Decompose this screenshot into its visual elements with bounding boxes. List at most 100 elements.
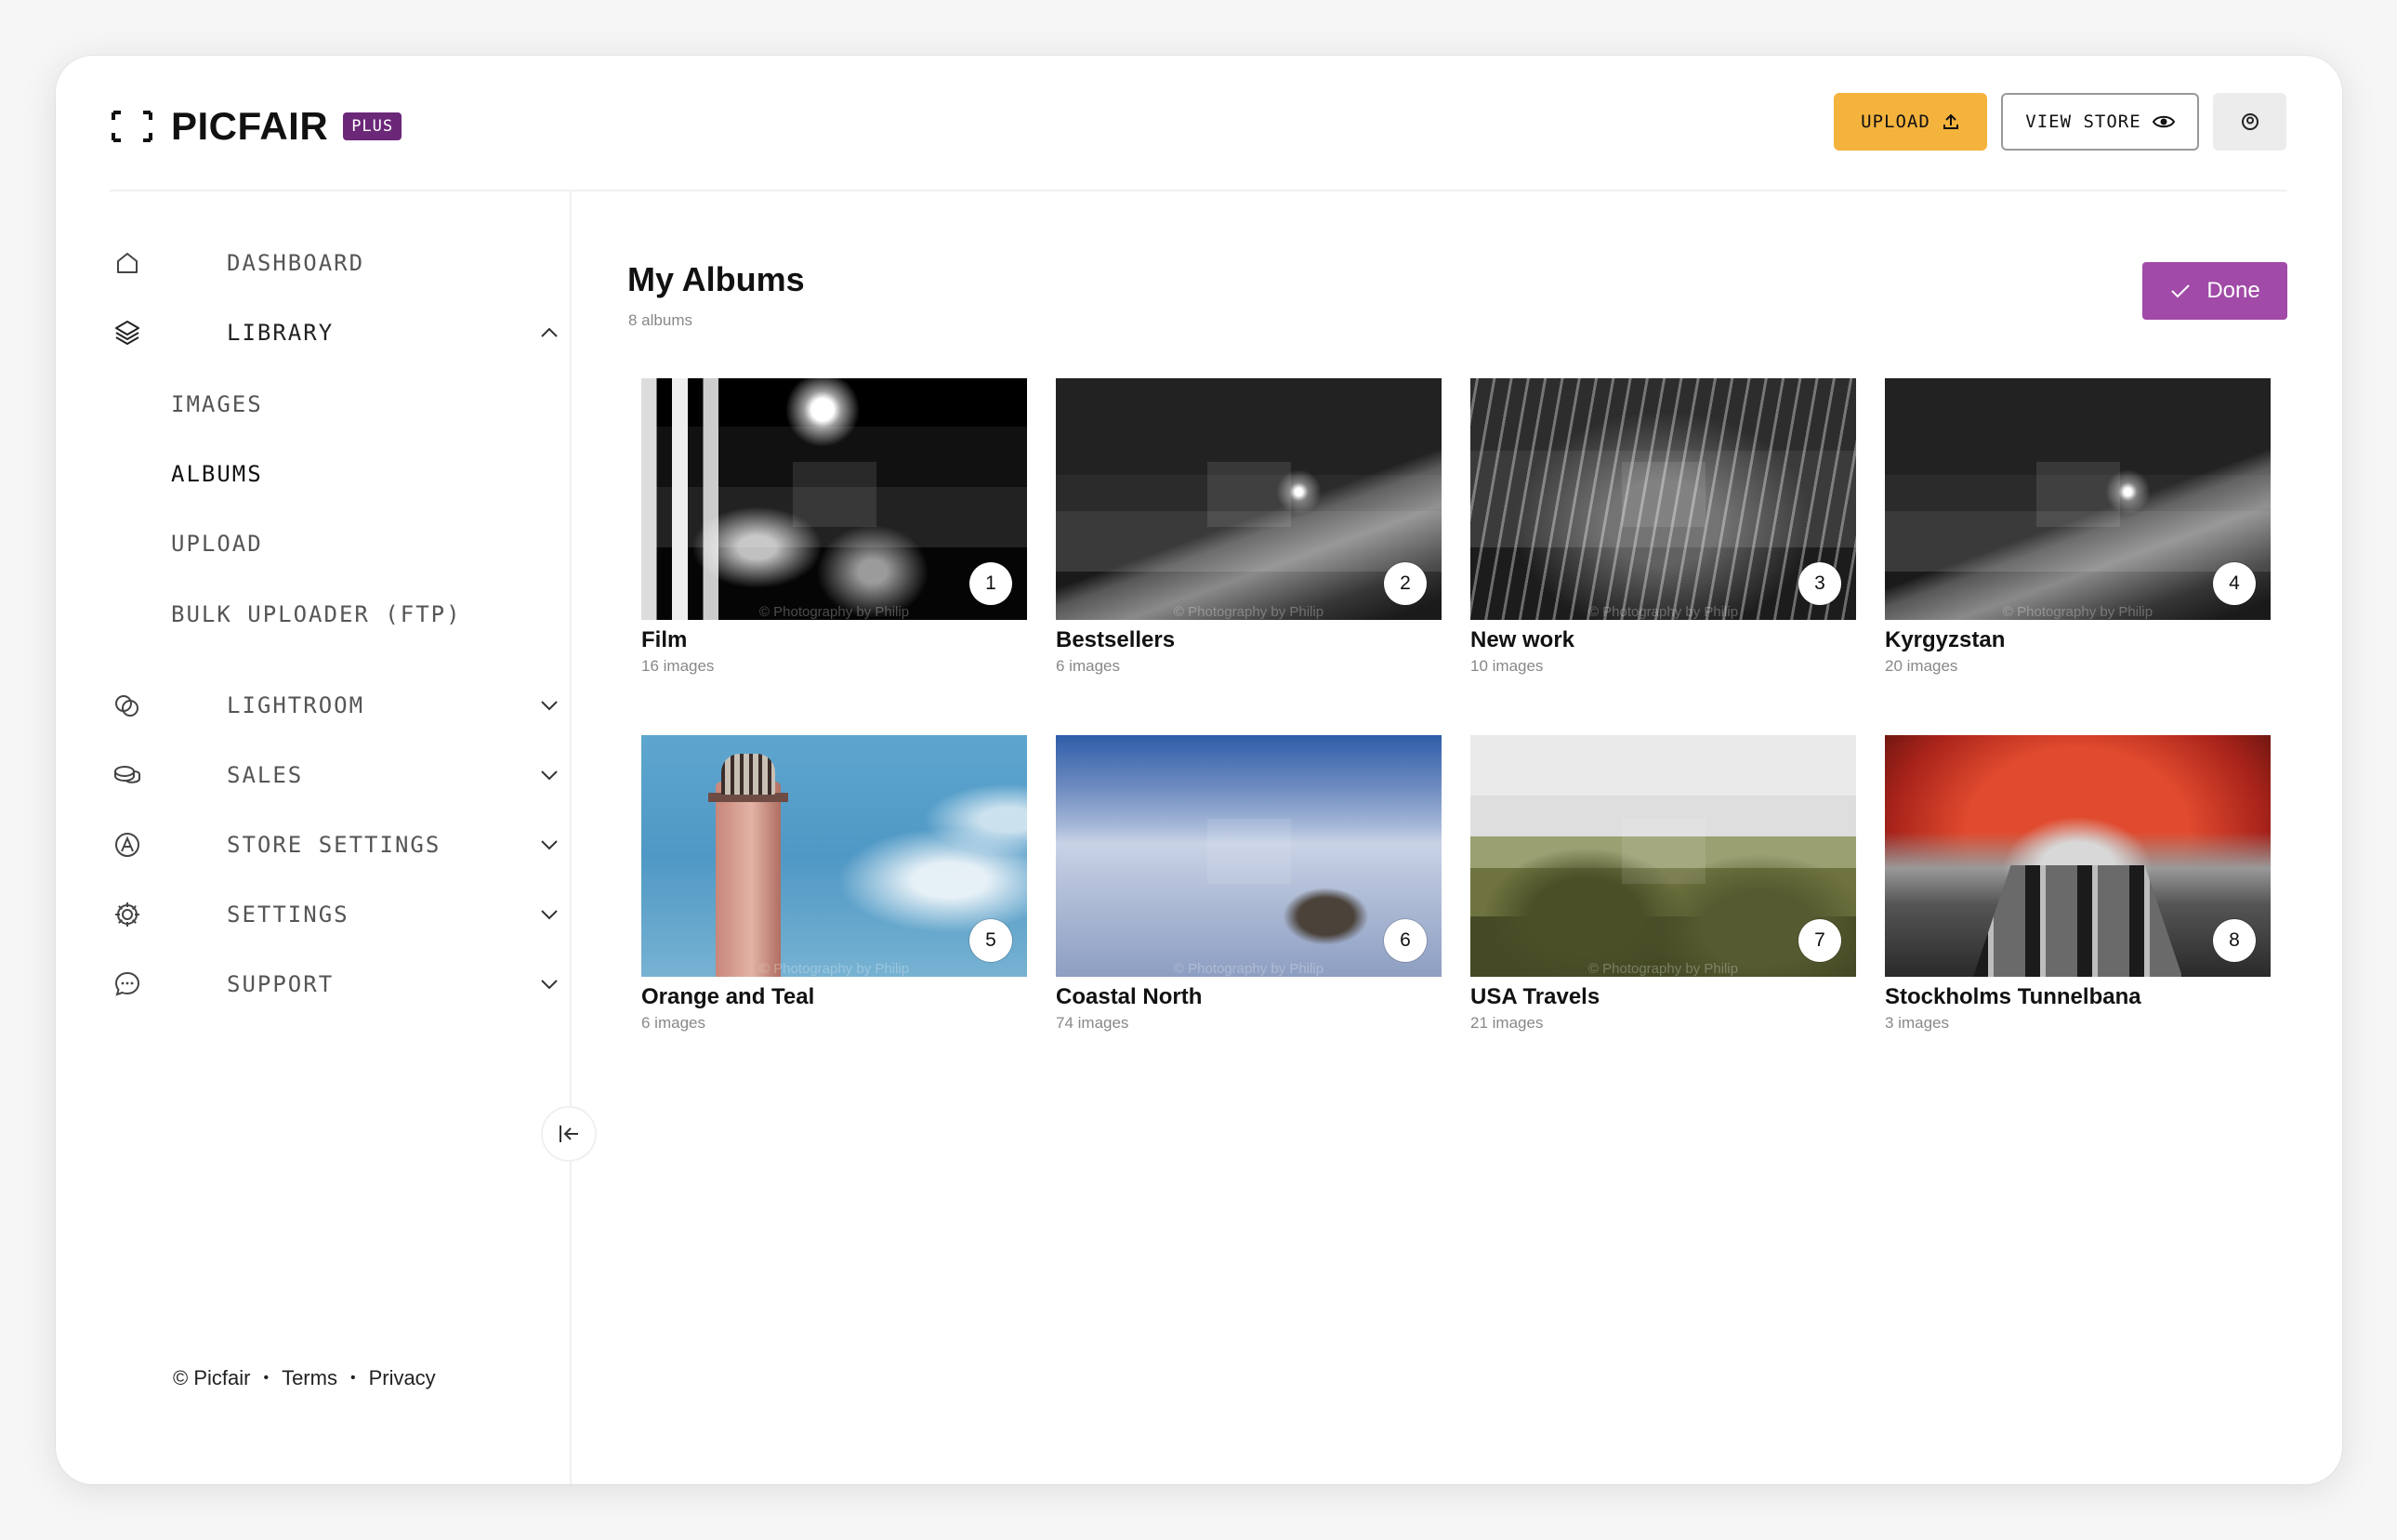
brand-name: PICFAIR <box>171 104 329 148</box>
album-card-bestsellers[interactable]: © Photography by Philip 2 Bestsellers 6 … <box>1056 378 1442 676</box>
chevron-down-icon[interactable] <box>537 763 561 787</box>
album-order-badge: 4 <box>2213 562 2256 605</box>
sidebar-item-support[interactable]: SUPPORT <box>112 958 558 1010</box>
album-order-badge: 8 <box>2213 919 2256 962</box>
watermark-text: © Photography by Philip <box>758 961 910 977</box>
sidebar-item-settings[interactable]: SETTINGS <box>112 888 558 941</box>
sidebar-divider <box>570 191 572 1484</box>
album-image-count: 20 images <box>1885 657 1958 675</box>
album-name: USA Travels <box>1470 984 1600 1009</box>
sidebar-subitem-images[interactable]: IMAGES <box>171 381 263 428</box>
album-card-coastal-north[interactable]: © Photography by Philip 6 Coastal North … <box>1056 735 1442 1033</box>
chevron-down-icon[interactable] <box>537 833 561 857</box>
picfair-logo[interactable]: PICFAIR PLUS <box>112 104 402 149</box>
album-card-film[interactable]: © Photography by Philip 1 Film 16 images <box>641 378 1027 676</box>
layers-icon <box>112 317 143 349</box>
chevron-up-icon[interactable] <box>537 321 561 345</box>
album-thumbnail: © Photography by Philip 1 <box>641 378 1027 620</box>
album-order-badge: 1 <box>969 562 1012 605</box>
chevron-down-icon[interactable] <box>537 972 561 996</box>
home-icon <box>112 247 143 279</box>
watermark-logo <box>1207 462 1291 527</box>
sidebar-item-sales[interactable]: SALES <box>112 749 558 801</box>
footer-separator: • <box>263 1370 270 1386</box>
sidebar-item-label: SETTINGS <box>227 902 349 928</box>
chevron-down-icon[interactable] <box>537 693 561 717</box>
sidebar-item-label: SUPPORT <box>227 971 335 997</box>
upload-button[interactable]: UPLOAD <box>1834 93 1987 151</box>
album-order-badge: 2 <box>1384 562 1427 605</box>
collapse-sidebar-button[interactable] <box>541 1106 597 1162</box>
top-header: PICFAIR PLUS UPLOAD VIEW STORE <box>56 56 2342 191</box>
coins-icon <box>112 759 143 791</box>
sidebar-subitem-albums[interactable]: ALBUMS <box>171 451 263 497</box>
album-thumbnail: © Photography by Philip 2 <box>1056 378 1442 620</box>
privacy-link[interactable]: Privacy <box>369 1366 436 1390</box>
album-name: Kyrgyzstan <box>1885 627 2006 652</box>
watermark-logo <box>1622 462 1706 527</box>
escalator-shape <box>1973 865 2182 977</box>
album-card-orange-and-teal[interactable]: © Photography by Philip 5 Orange and Tea… <box>641 735 1027 1033</box>
album-card-new-work[interactable]: © Photography by Philip 3 New work 10 im… <box>1470 378 1856 676</box>
watermark-logo <box>2036 462 2120 527</box>
sidebar-item-label: LIBRARY <box>227 320 335 346</box>
watermark-text: © Photography by Philip <box>1173 604 1324 620</box>
chevron-down-icon[interactable] <box>537 902 561 927</box>
lighthouse-lantern <box>721 754 775 795</box>
sidebar-item-store-settings[interactable]: STORE SETTINGS <box>112 819 558 871</box>
album-order-badge: 6 <box>1384 919 1427 962</box>
album-image-count: 6 images <box>1056 657 1120 675</box>
sidebar-item-library[interactable]: LIBRARY <box>112 307 558 359</box>
gear-icon <box>112 899 143 930</box>
header-divider <box>110 190 2286 191</box>
sidebar-subitem-bulk-uploader[interactable]: BULK UPLOADER (FTP) <box>171 591 462 638</box>
album-image-count: 74 images <box>1056 1014 1129 1032</box>
upload-button-label: UPLOAD <box>1861 112 1930 132</box>
collapse-sidebar-icon <box>560 1125 578 1142</box>
terms-link[interactable]: Terms <box>282 1366 337 1390</box>
watermark-text: © Photography by Philip <box>1587 604 1739 620</box>
check-icon <box>2171 284 2191 298</box>
watermark-text: © Photography by Philip <box>1587 961 1739 977</box>
album-card-usa-travels[interactable]: © Photography by Philip 7 USA Travels 21… <box>1470 735 1856 1033</box>
watermark-logo <box>1207 819 1291 884</box>
lighthouse-tower <box>716 782 781 977</box>
plus-badge: PLUS <box>343 112 402 140</box>
account-button[interactable] <box>2213 93 2286 151</box>
album-thumbnail: © Photography by Philip 7 <box>1470 735 1856 977</box>
sidebar-item-dashboard[interactable]: DASHBOARD <box>112 237 520 289</box>
lightroom-icon <box>112 690 143 721</box>
album-card-kyrgyzstan[interactable]: © Photography by Philip 4 Kyrgyzstan 20 … <box>1885 378 2271 676</box>
album-thumbnail: © Photography by Philip 6 <box>1056 735 1442 977</box>
album-name: Orange and Teal <box>641 984 815 1009</box>
view-store-button[interactable]: VIEW STORE <box>2001 93 2199 151</box>
copyright-text: © Picfair <box>173 1366 251 1389</box>
account-icon <box>2241 113 2259 130</box>
sidebar-item-label: LIGHTROOM <box>227 692 365 718</box>
chat-icon <box>112 968 143 1000</box>
watermark-logo <box>793 462 876 527</box>
album-thumbnail: © Photography by Philip 4 <box>1885 378 2271 620</box>
album-name: New work <box>1470 627 1575 652</box>
album-card-stockholms-tunnelbana[interactable]: 8 Stockholms Tunnelbana 3 images <box>1885 735 2271 1033</box>
album-name: Stockholms Tunnelbana <box>1885 984 2141 1009</box>
done-button[interactable]: Done <box>2142 262 2287 320</box>
watermark-text: © Photography by Philip <box>2002 604 2153 620</box>
album-thumbnail: © Photography by Philip 5 <box>641 735 1027 977</box>
watermark-text: © Photography by Philip <box>758 604 910 620</box>
album-order-badge: 3 <box>1798 562 1841 605</box>
album-image-count: 10 images <box>1470 657 1544 675</box>
sidebar-item-label: DASHBOARD <box>227 250 365 276</box>
album-order-badge: 5 <box>969 919 1012 962</box>
eye-icon <box>2152 115 2175 128</box>
store-icon <box>112 829 143 861</box>
sidebar-subitem-upload[interactable]: UPLOAD <box>171 520 263 567</box>
sidebar-footer: © Picfair • Terms • Privacy <box>173 1366 436 1390</box>
page-title: My Albums <box>627 260 805 298</box>
album-image-count: 21 images <box>1470 1014 1544 1032</box>
sidebar-item-lightroom[interactable]: LIGHTROOM <box>112 679 558 731</box>
album-count-summary: 8 albums <box>628 311 692 329</box>
sidebar-item-label: STORE SETTINGS <box>227 832 441 858</box>
album-thumbnail: © Photography by Philip 3 <box>1470 378 1856 620</box>
album-name: Bestsellers <box>1056 627 1176 652</box>
